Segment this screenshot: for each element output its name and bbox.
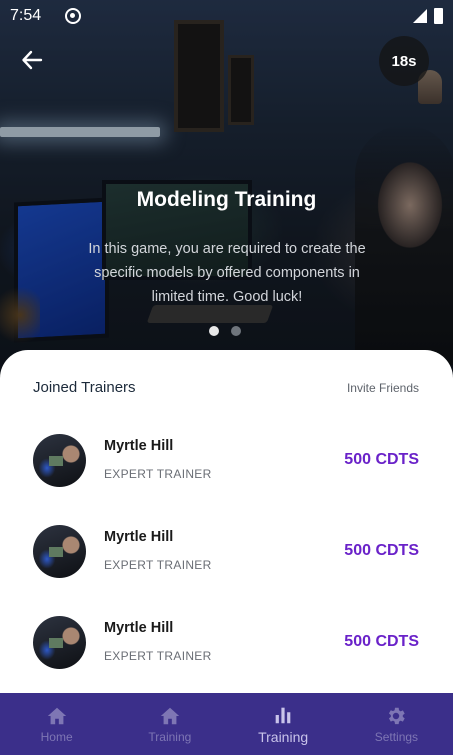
battery-icon (434, 8, 443, 24)
nav-settings[interactable]: Settings (340, 693, 453, 755)
nav-home[interactable]: Home (0, 693, 113, 755)
trainer-row[interactable]: Myrtle Hill EXPERT TRAINER 500 CDTS (33, 434, 419, 490)
trainer-row[interactable]: Myrtle Hill EXPERT TRAINER 500 CDTS (33, 525, 419, 581)
bottom-nav: Home Training Training Settings (0, 693, 453, 755)
game-title: Modeling Training (136, 188, 317, 211)
invite-friends-link[interactable]: Invite Friends (347, 381, 419, 395)
trainer-role: EXPERT TRAINER (104, 558, 212, 572)
trainer-credits: 500 CDTS (344, 633, 419, 650)
nav-label: Home (40, 729, 73, 744)
countdown-timer: 18s (379, 36, 429, 86)
status-time: 7:54 (10, 7, 42, 24)
nav-label: Settings (374, 729, 419, 744)
trainer-name: Myrtle Hill (104, 438, 174, 454)
signal-icon (413, 9, 427, 23)
avatar (33, 525, 86, 578)
home-icon (160, 707, 180, 724)
nav-label: Training (258, 728, 309, 745)
trainer-row[interactable]: Myrtle Hill EXPERT TRAINER 500 CDTS (33, 616, 419, 672)
home-icon (47, 707, 66, 724)
nav-label: Training (148, 729, 192, 744)
back-button[interactable] (18, 46, 46, 74)
trainers-panel: Joined Trainers Invite Friends Myrtle Hi… (0, 350, 453, 693)
section-title: Joined Trainers (33, 379, 136, 396)
avatar (33, 434, 86, 487)
sync-icon (65, 8, 82, 24)
trainer-role: EXPERT TRAINER (104, 649, 212, 663)
trainer-credits: 500 CDTS (344, 542, 419, 559)
carousel-dot-active[interactable] (209, 326, 219, 336)
status-bar: 7:54 (0, 0, 453, 32)
carousel-dot[interactable] (231, 326, 241, 336)
bar-chart-icon (275, 707, 291, 723)
trainer-name: Myrtle Hill (104, 620, 174, 636)
trainer-credits: 500 CDTS (344, 451, 419, 468)
nav-training[interactable]: Training (113, 693, 226, 755)
avatar (33, 616, 86, 669)
nav-training-stats[interactable]: Training (227, 693, 340, 755)
gear-icon (389, 707, 406, 724)
game-description: In this game, you are required to create… (88, 241, 366, 305)
carousel-indicator (209, 326, 241, 336)
trainer-role: EXPERT TRAINER (104, 467, 212, 481)
trainer-name: Myrtle Hill (104, 529, 174, 545)
arrow-left-icon (22, 50, 43, 70)
